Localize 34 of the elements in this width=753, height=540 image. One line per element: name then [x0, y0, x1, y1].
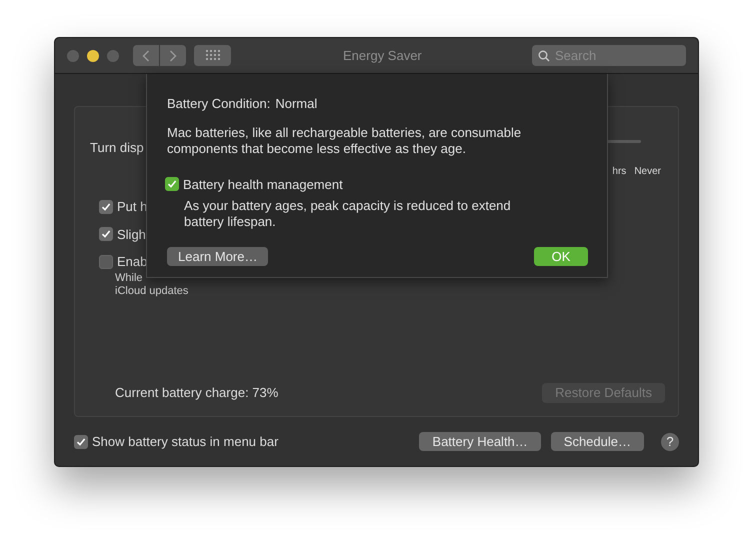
slider-label: hrs	[612, 165, 626, 179]
grid-button[interactable]	[194, 45, 231, 66]
back-button[interactable]	[133, 45, 159, 66]
ok-button[interactable]: OK	[534, 247, 588, 266]
help-button[interactable]: ?	[661, 432, 679, 451]
minimize-icon[interactable]	[87, 50, 99, 62]
slider-label: Never	[634, 165, 661, 179]
condition-label: Battery Condition:	[167, 95, 270, 113]
management-label: Battery health management	[183, 176, 343, 194]
menu-bar-status-label: Show battery status in menu bar	[92, 433, 278, 451]
learn-more-button[interactable]: Learn More…	[167, 247, 268, 266]
option-note: iCloud updates	[114, 284, 190, 298]
slider-track	[605, 140, 641, 146]
sheet-description: Mac batteries, like all rechargeable batteries, are consumable components that become less effective as they age.	[167, 124, 522, 156]
checkbox[interactable]	[165, 177, 179, 192]
footer-button[interactable]: Schedule…	[550, 432, 644, 452]
window-title: Energy Saver	[343, 46, 422, 65]
chevron-left-icon	[142, 50, 150, 62]
forward-button[interactable]	[160, 45, 186, 66]
battery-charge: Current battery charge: 73%	[114, 384, 278, 402]
grid-icon	[206, 50, 220, 61]
option-note: While	[114, 272, 144, 284]
display-label: Turn disp	[90, 139, 144, 157]
checkbox[interactable]	[99, 200, 113, 214]
chevron-right-icon	[169, 50, 177, 62]
checkbox[interactable]	[99, 254, 113, 269]
checkbox[interactable]	[99, 227, 113, 242]
checkbox[interactable]	[74, 434, 88, 449]
option-label: Sligh	[117, 226, 146, 244]
footer-button[interactable]: Battery Health…	[419, 432, 541, 452]
option-label: Enab	[117, 253, 148, 271]
management-note: As your battery ages, peak capacity is reduced to extend battery lifespan.	[184, 198, 512, 230]
condition-value: Normal	[275, 95, 318, 113]
search-icon	[538, 50, 550, 62]
